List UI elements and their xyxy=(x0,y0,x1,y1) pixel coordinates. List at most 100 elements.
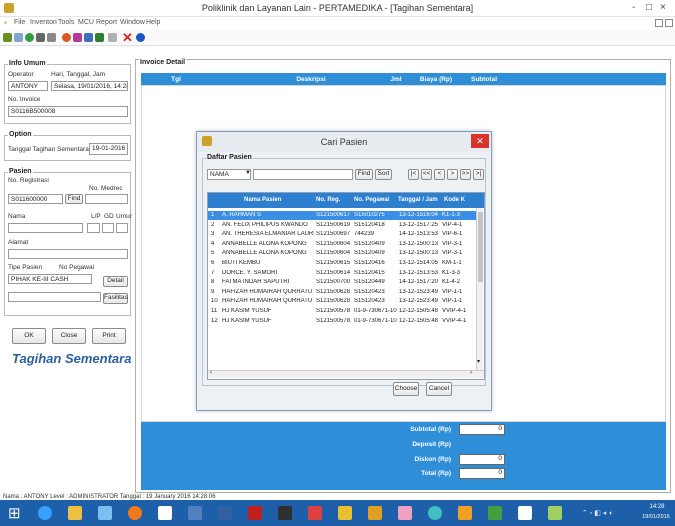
refresh-icon[interactable] xyxy=(25,33,34,42)
nav-prev-page-button[interactable]: << xyxy=(421,169,432,180)
save-icon[interactable] xyxy=(36,33,45,42)
scrollbar-thumb[interactable] xyxy=(478,212,483,282)
row-number: 9 xyxy=(211,288,215,295)
network-icon[interactable] xyxy=(218,506,232,520)
mail-icon[interactable] xyxy=(98,506,112,520)
info-icon[interactable] xyxy=(136,33,145,42)
tools-icon[interactable] xyxy=(84,33,93,42)
nav-next-page-button[interactable]: >> xyxy=(460,169,471,180)
patient-row[interactable]: 7 DORCE. Y. SAMORI S121500614 S15120415 13-1… xyxy=(208,269,476,278)
alamat-field[interactable] xyxy=(8,249,128,259)
open-icon[interactable] xyxy=(14,33,23,42)
patient-row[interactable]: 5 ANNABELLE ALONA KOPONG S121500604 S151204… xyxy=(208,249,476,258)
horizontal-scrollbar[interactable]: ‹ › xyxy=(208,370,484,378)
folder-icon[interactable] xyxy=(338,506,352,520)
patient-row[interactable]: 3 AN. THERESIA ELMANIAR LAURI S121500697 74… xyxy=(208,230,476,239)
print-icon[interactable] xyxy=(47,33,56,42)
registrasi-field[interactable]: S011600000 xyxy=(8,194,63,204)
infinity-icon[interactable] xyxy=(428,506,442,520)
terminal-icon[interactable] xyxy=(278,506,292,520)
diskon-value[interactable]: 0 xyxy=(459,454,505,465)
patient-row[interactable]: 6 BIUTI KEMBU S121500615 S15120416 13-12-15 1… xyxy=(208,259,476,268)
row-nama: AN. THERESIA ELMANIAR LAURI xyxy=(222,231,314,238)
minimize-button[interactable]: - xyxy=(632,2,635,13)
mdi-restore-icon[interactable] xyxy=(665,19,673,27)
print-button[interactable]: Print xyxy=(92,328,126,344)
app-pertamedika-icon[interactable] xyxy=(458,506,472,520)
fasilitas-button[interactable]: Fasilitas xyxy=(103,293,128,304)
clock-date[interactable]: 19/01/2016 xyxy=(638,514,674,520)
find-button[interactable]: Find xyxy=(355,169,373,180)
menu-tools[interactable]: Tools xyxy=(58,19,74,26)
row-jam: 05:48 xyxy=(423,317,439,324)
excel-icon[interactable] xyxy=(488,506,502,520)
sort-button[interactable]: Sort xyxy=(375,169,392,180)
close-button[interactable]: Close xyxy=(52,328,86,344)
export-icon[interactable] xyxy=(95,33,104,42)
gd-field[interactable] xyxy=(102,223,114,233)
patient-row[interactable]: 4 ANNABELLE ALONA KOPONG S121500604 S151204… xyxy=(208,240,476,249)
ok-button[interactable]: OK xyxy=(12,328,46,344)
reader-icon[interactable] xyxy=(398,506,412,520)
pdf-icon[interactable] xyxy=(308,506,322,520)
patient-grid[interactable]: Nama Pasien No. Reg. No. Pegawai Tanggal… xyxy=(207,192,485,380)
menu-help[interactable]: Help xyxy=(146,19,160,26)
ie-icon[interactable] xyxy=(38,506,52,520)
scroll-right-icon[interactable]: › xyxy=(470,370,472,376)
record-icon[interactable] xyxy=(62,33,71,42)
lp-field[interactable] xyxy=(87,223,100,233)
cancel-button[interactable]: Cancel xyxy=(426,382,452,396)
medrec-field[interactable] xyxy=(85,194,128,204)
start-icon[interactable]: ⊞ xyxy=(8,504,21,522)
mdi-minimize-icon[interactable] xyxy=(655,19,663,27)
explorer-icon[interactable] xyxy=(68,506,82,520)
brush-icon[interactable] xyxy=(73,33,82,42)
choose-button[interactable]: Choose xyxy=(393,382,419,396)
patient-row[interactable]: 8 FATMA INDAH SAPUTRI S121500700 S15120449 1… xyxy=(208,278,476,287)
menu-window[interactable]: Window xyxy=(120,19,145,26)
clock-time[interactable]: 14:28 xyxy=(640,504,674,510)
tray-icons[interactable]: ⌃ ▫ ◧ ◂ ◖ xyxy=(582,509,612,517)
close-window-button[interactable]: × xyxy=(660,2,666,13)
delete-icon[interactable]: ✕ xyxy=(122,30,133,46)
patient-row[interactable]: 2 AN. FELIX PHILIPUS KWANDO S121500619 S151… xyxy=(208,221,476,230)
row-number: 8 xyxy=(211,279,215,286)
new-icon[interactable] xyxy=(3,33,12,42)
tipe-pasien-field[interactable]: PIHAK KE-III CASH xyxy=(8,274,92,284)
menu-report[interactable]: Report xyxy=(96,19,117,26)
patient-row[interactable]: 9 HAFIZAH HUMAIRAH QURRATU S121500628 S1512… xyxy=(208,288,476,297)
app-window-icon[interactable] xyxy=(188,506,202,520)
word-icon[interactable] xyxy=(518,506,532,520)
dialog-close-button[interactable]: ✕ xyxy=(471,134,489,148)
patient-row[interactable]: 11 HJ KASIM YUSUF S121500578 01-9-730671-10… xyxy=(208,307,476,316)
nav-next-button[interactable]: > xyxy=(447,169,458,180)
paint-icon[interactable] xyxy=(548,506,562,520)
fasilitas-field[interactable] xyxy=(8,292,101,302)
archive-icon[interactable] xyxy=(368,506,382,520)
scroll-down-icon[interactable]: ▾ xyxy=(477,358,480,365)
nav-prev-button[interactable]: < xyxy=(434,169,445,180)
search-input[interactable] xyxy=(253,169,353,180)
patient-row[interactable]: 12 HJ KASIM YUSUF S121500578 01-9-730671-10… xyxy=(208,317,476,326)
detail-button[interactable]: Detail xyxy=(103,276,128,287)
patient-row[interactable]: 1 A. RAHMAN S S121500617 S15010275 13-12-15 1… xyxy=(208,211,476,220)
chevron-down-icon[interactable]: ▼ xyxy=(245,170,251,176)
menu-mcu[interactable]: MCU xyxy=(78,19,94,26)
maximize-button[interactable]: □ xyxy=(646,2,652,13)
umur-field[interactable] xyxy=(116,223,128,233)
tanggal-tagihan-field[interactable]: 19-01-2016 xyxy=(89,143,128,155)
vertical-scrollbar[interactable]: ▾ xyxy=(476,208,483,370)
menu-file[interactable]: File xyxy=(14,19,25,26)
dialog-title-bar: Cari Pasien ✕ xyxy=(197,132,491,152)
chrome-icon[interactable] xyxy=(158,506,172,520)
nav-last-button[interactable]: >| xyxy=(473,169,484,180)
nav-first-button[interactable]: |< xyxy=(408,169,419,180)
nama-field[interactable] xyxy=(8,223,83,233)
filezilla-icon[interactable] xyxy=(248,506,262,520)
patient-row[interactable]: 10 HAFIZAH HUMAIRAH QURRATU S121500628 S151… xyxy=(208,297,476,306)
menu-inventori[interactable]: Inventori xyxy=(30,19,57,26)
find-registrasi-button[interactable]: Find xyxy=(65,194,83,204)
settings-icon[interactable] xyxy=(108,33,117,42)
scroll-left-icon[interactable]: ‹ xyxy=(210,370,212,376)
firefox-icon[interactable] xyxy=(128,506,142,520)
